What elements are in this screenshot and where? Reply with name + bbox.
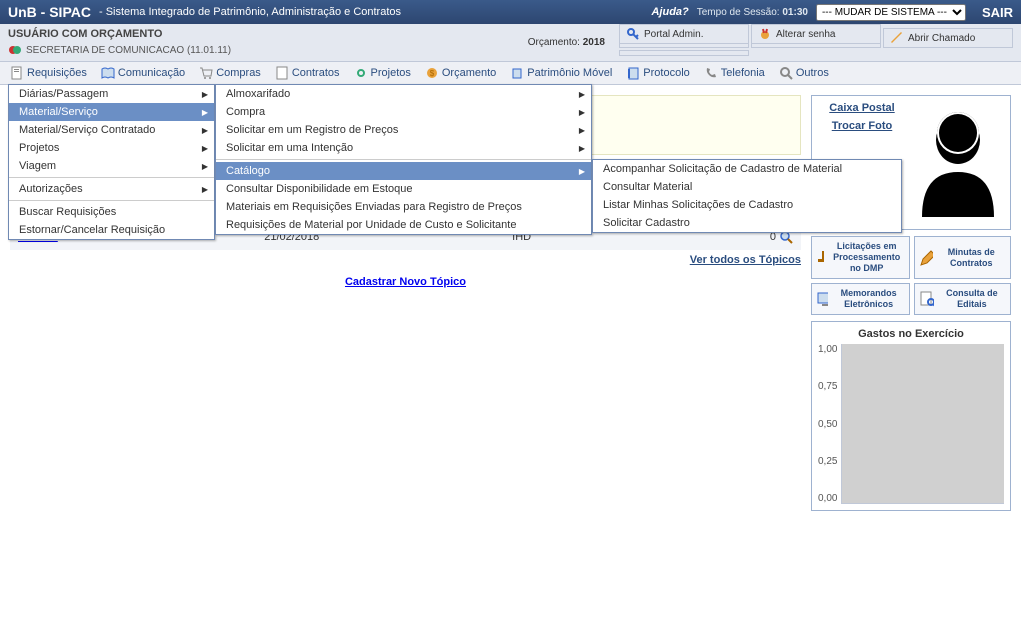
menu-solicitar-intencao[interactable]: Solicitar em uma Intenção [216, 139, 591, 157]
dropdown-requisicoes: Diárias/Passagem Material/Serviço Materi… [8, 84, 215, 240]
chart-title: Gastos no Exercício [818, 328, 1004, 340]
menu-diarias-passagem[interactable]: Diárias/Passagem [9, 85, 214, 103]
building-icon [510, 66, 524, 80]
menu-material-servico-contratado[interactable]: Material/Serviço Contratado [9, 121, 214, 139]
trocar-foto-link[interactable]: Trocar Foto [818, 120, 906, 132]
user-label: USUÁRIO COM ORÇAMENTO [8, 28, 528, 40]
menu-consultar-material[interactable]: Consultar Material [593, 178, 901, 196]
menu-solicitar-registro[interactable]: Solicitar em um Registro de Preços [216, 121, 591, 139]
doc-icon [10, 66, 24, 80]
portal-admin-link[interactable]: Portal Admin. [619, 24, 749, 44]
menu-solicitar-cadastro[interactable]: Solicitar Cadastro [593, 214, 901, 232]
pencil-icon [919, 249, 933, 267]
caixa-postal-profile-link[interactable]: Caixa Postal [818, 102, 906, 114]
menu-outros[interactable]: Outros [777, 64, 831, 82]
menu-comunicacao[interactable]: Comunicação [99, 64, 187, 82]
menu-compras[interactable]: Compras [197, 64, 263, 82]
chart-box: Gastos no Exercício 1,00 0,75 0,50 0,25 … [811, 321, 1011, 511]
sair-button[interactable]: SAIR [982, 5, 1013, 20]
menu-compra[interactable]: Compra [216, 103, 591, 121]
licitacoes-button[interactable]: Licitações em Processamento no DMP [811, 236, 910, 279]
menu-buscar-requisicoes[interactable]: Buscar Requisições [9, 203, 214, 221]
topbar: UnB - SIPAC - Sistema Integrado de Patri… [0, 0, 1021, 24]
menu-catalogo[interactable]: Catálogo [216, 162, 591, 180]
phone-icon [704, 66, 718, 80]
menu-autorizacoes[interactable]: Autorizações [9, 180, 214, 198]
menu-protocolo[interactable]: Protocolo [624, 64, 691, 82]
hammer-icon [816, 249, 824, 267]
dept-label: SECRETARIA DE COMUNICACAO (11.01.11) [8, 43, 528, 57]
menu-almoxarifado[interactable]: Almoxarifado [216, 85, 591, 103]
menu-projetos[interactable]: Projetos [352, 64, 413, 82]
key-icon [626, 27, 640, 41]
menu-orcamento[interactable]: $Orçamento [423, 64, 498, 82]
cadastrar-topico-link[interactable]: Cadastrar Novo Tópico [345, 276, 466, 288]
alterar-senha-link[interactable]: Alterar senha [751, 24, 881, 44]
menu-telefonia[interactable]: Telefonia [702, 64, 767, 82]
menu-patrimonio[interactable]: Patrimônio Móvel [508, 64, 614, 82]
search-icon [779, 66, 793, 80]
money-icon: $ [425, 66, 439, 80]
page-icon [275, 66, 289, 80]
menu-requisicoes[interactable]: Requisições [8, 64, 89, 82]
empty-slot [619, 50, 749, 56]
ver-todos-link[interactable]: Ver todos os Tópicos [690, 254, 801, 266]
menu-consultar-disp[interactable]: Consultar Disponibilidade em Estoque [216, 180, 591, 198]
brand: UnB - SIPAC [8, 4, 91, 20]
session-time: Tempo de Sessão: 01:30 [697, 7, 808, 18]
cart-icon [199, 66, 213, 80]
menu-viagem[interactable]: Viagem [9, 157, 214, 175]
svg-text:$: $ [430, 69, 435, 78]
menu-req-material-unidade[interactable]: Requisições de Material por Unidade de C… [216, 216, 591, 234]
medal-icon [758, 27, 772, 41]
help-link[interactable]: Ajuda? [651, 6, 688, 18]
search-doc-icon [919, 290, 934, 308]
book-icon [101, 66, 115, 80]
dept-icon [8, 43, 22, 57]
memorandos-button[interactable]: Memorandos Eletrônicos [811, 283, 910, 315]
system-subtitle: - Sistema Integrado de Patrimônio, Admin… [99, 6, 401, 18]
chart-plot [841, 344, 1004, 504]
menu-acompanhar-solicitacao[interactable]: Acompanhar Solicitação de Cadastro de Ma… [593, 160, 901, 178]
menu-contratos[interactable]: Contratos [273, 64, 342, 82]
menu-material-servico[interactable]: Material/Serviço [9, 103, 214, 121]
menu-materiais-req[interactable]: Materiais em Requisições Enviadas para R… [216, 198, 591, 216]
menu-projetos-sub[interactable]: Projetos [9, 139, 214, 157]
dropdown-catalogo: Acompanhar Solicitação de Cadastro de Ma… [592, 159, 902, 233]
menubar: Requisições Comunicação Compras Contrato… [0, 62, 1021, 85]
system-switch-select[interactable]: --- MUDAR DE SISTEMA --- [816, 4, 966, 21]
avatar [912, 102, 1004, 217]
minutas-button[interactable]: Minutas de Contratos [914, 236, 1011, 279]
dropdown-material-servico: Almoxarifado Compra Solicitar em um Regi… [215, 84, 592, 235]
menu-estornar-cancelar[interactable]: Estornar/Cancelar Requisição [9, 221, 214, 239]
chart-yaxis: 1,00 0,75 0,50 0,25 0,00 [818, 344, 837, 504]
monitor-icon [816, 290, 828, 308]
editais-button[interactable]: Consulta de Editais [914, 283, 1011, 315]
menu-listar-solicitacoes[interactable]: Listar Minhas Solicitações de Cadastro [593, 196, 901, 214]
notebook-icon [626, 66, 640, 80]
gear-icon [354, 66, 368, 80]
orcamento-label: Orçamento: 2018 [528, 37, 605, 48]
